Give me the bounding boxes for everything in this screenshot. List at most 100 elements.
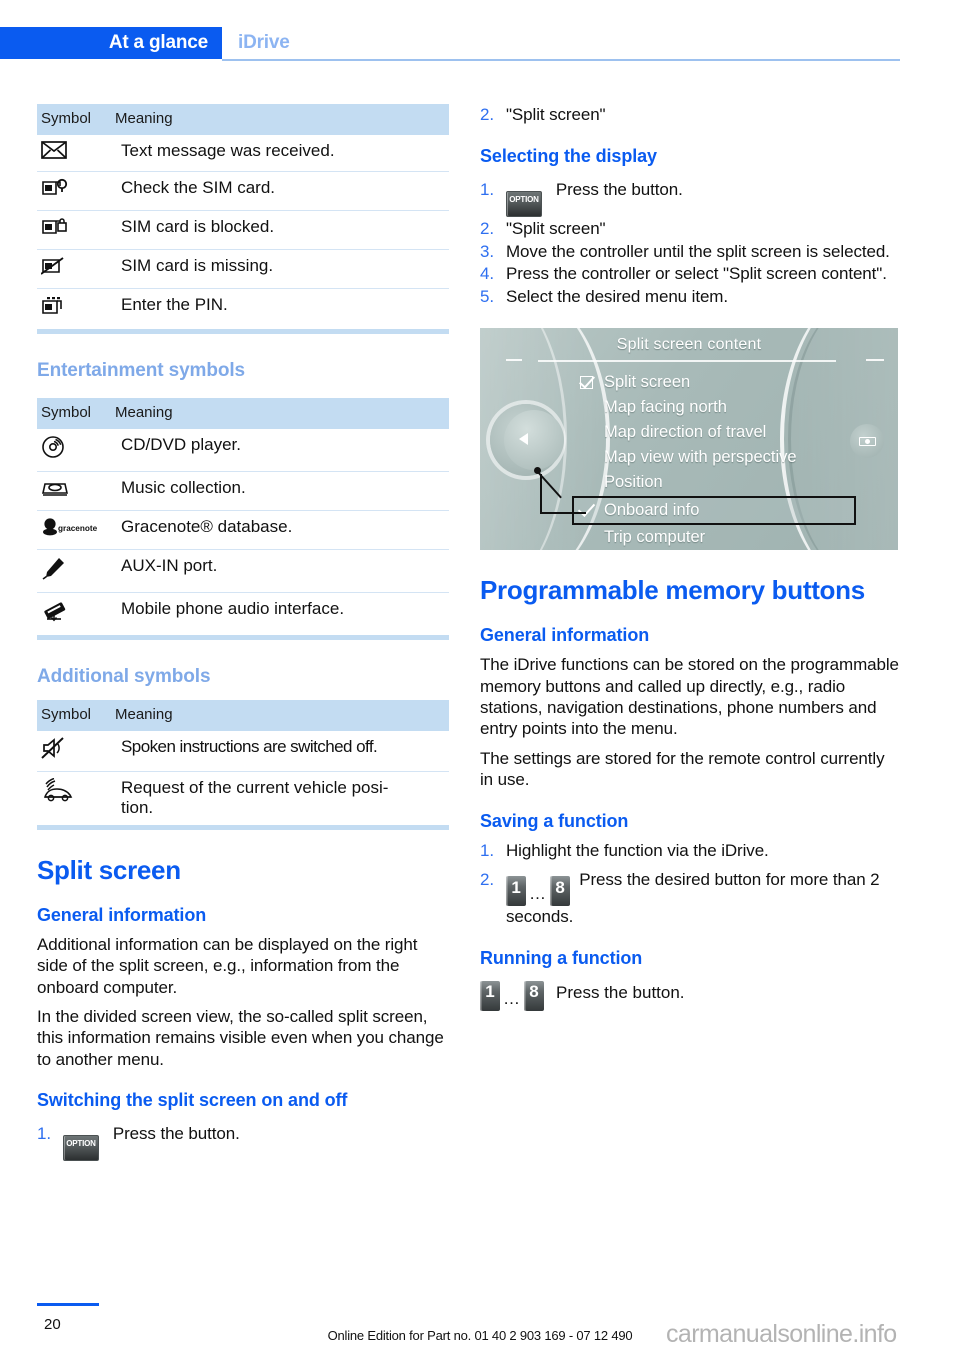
menu-item-map-facing-north[interactable]: Map facing north: [576, 395, 856, 420]
row-meaning: Request of the current vehicle posi- tio…: [115, 770, 449, 825]
memory-button-1[interactable]: 1: [506, 875, 526, 906]
left-arrow-icon: [519, 433, 528, 446]
page-title-split-screen: Split screen: [37, 854, 181, 885]
step-text: "Split screen": [506, 105, 606, 124]
right-column: 2. "Split screen" Selecting the display …: [480, 104, 900, 1012]
step-number: 1.: [37, 1124, 51, 1144]
step-number: 5.: [480, 286, 494, 306]
mobile-audio-icon: [37, 591, 115, 635]
music-collection-icon: [37, 470, 115, 511]
manual-page: At a glance iDrive Symbol Meaning Text m…: [0, 0, 960, 1362]
tick-left: [506, 359, 522, 362]
table-row: Text message was received.: [37, 135, 449, 172]
controller-knob-inner[interactable]: [504, 410, 564, 471]
table-row: Music collection.: [37, 470, 449, 511]
step-number: 2.: [480, 105, 494, 124]
page-title-programmable-memory-buttons: Programmable memory buttons: [480, 575, 865, 606]
step-number: 1.: [480, 180, 494, 200]
table-row: Spoken instructions are switched off.: [37, 731, 449, 772]
section-heading-additional: Additional symbols: [37, 665, 211, 687]
vehicle-position-icon: [37, 770, 115, 825]
footer-divider: [37, 1303, 99, 1306]
paragraph: Additional information can be displayed …: [37, 934, 418, 997]
tab-at-a-glance[interactable]: At a glance: [0, 27, 222, 59]
watermark: carmanualsonline.info: [666, 1320, 897, 1348]
memory-button-8[interactable]: 8: [550, 875, 570, 906]
step-text: Move the controller until the split scre…: [506, 241, 890, 261]
menu-item-map-direction-of-travel[interactable]: Map direction of travel: [576, 420, 856, 445]
table-row: Request of the current vehicle posi- tio…: [37, 770, 449, 825]
table-header-row: Symbol Meaning: [37, 104, 449, 135]
sim-check-icon: [37, 170, 115, 211]
step-number: 4.: [480, 264, 494, 284]
list-item: 1. OPTION Press the button.: [37, 1123, 449, 1162]
running-function-row: 1 … 8 Press the button.: [480, 981, 900, 1012]
idrive-title-divider: [538, 360, 836, 362]
list-item: 5. Select the desired menu item.: [480, 286, 900, 307]
menu-item-split-screen[interactable]: Split screen: [576, 370, 856, 395]
left-column: Symbol Meaning Text message was received…: [37, 104, 449, 1162]
row-meaning: SIM card is blocked.: [115, 209, 449, 250]
column-header-symbol: Symbol: [37, 699, 115, 731]
column-header-meaning: Meaning: [115, 397, 449, 429]
phone-symbols-table: Symbol Meaning Text message was received…: [37, 104, 449, 329]
memory-buttons-1-8[interactable]: 1 … 8: [506, 875, 570, 906]
step-text: Highlight the function via the iDrive.: [506, 840, 769, 860]
subheading-selecting-the-display: Selecting the display: [480, 146, 657, 167]
row-meaning: Text message was received.: [121, 140, 335, 160]
table-header-row: Symbol Meaning: [37, 699, 449, 731]
sim-pin-icon: [37, 287, 115, 329]
section-heading-entertainment: Entertainment symbols: [37, 359, 246, 381]
tick-right: [866, 359, 884, 362]
callout-anchor-dot: [534, 467, 541, 475]
sim-missing-icon: [37, 248, 115, 289]
memory-buttons-1-8[interactable]: 1 … 8: [480, 981, 544, 1012]
additional-symbols-table: Symbol Meaning Spoken instructions are s…: [37, 699, 449, 825]
list-item: 1. Highlight the function via the iDrive…: [480, 840, 900, 861]
table-row: gracenote Gracenote® database.: [37, 509, 449, 550]
memory-button-1[interactable]: 1: [480, 981, 500, 1012]
row-meaning: Check the SIM card.: [115, 170, 449, 211]
page-header: At a glance iDrive: [0, 27, 960, 59]
memory-button-8[interactable]: 8: [524, 981, 544, 1012]
idrive-menu-list: Split screen Map facing north Map direct…: [572, 370, 856, 550]
option-button[interactable]: OPTION: [63, 1135, 99, 1162]
subheading-saving-a-function: Saving a function: [480, 810, 629, 831]
table-row: SIM card is blocked.: [37, 209, 449, 250]
column-header-symbol: Symbol: [37, 104, 115, 135]
cd-dvd-icon: [37, 429, 115, 472]
row-meaning: SIM card is missing.: [115, 248, 449, 289]
subheading-general-information-memory: General information: [480, 625, 650, 646]
idrive-title: Split screen content: [616, 336, 762, 354]
menu-item-map-view-with-perspective[interactable]: Map view with perspective: [576, 445, 856, 470]
table-row: CD/DVD player.: [37, 429, 449, 472]
paragraph: The iDrive functions can be stored on th…: [480, 655, 899, 739]
switching-steps-list: 1. OPTION Press the button.: [37, 1123, 449, 1162]
paragraph: The settings are stored for the remote c…: [480, 748, 885, 790]
step-text: OPTION Press the button.: [506, 179, 900, 218]
table-row: AUX-IN port.: [37, 548, 449, 593]
switching-steps-continued: 2. "Split screen": [480, 104, 900, 125]
step-number: 3.: [480, 241, 494, 261]
menu-item-position[interactable]: Position: [576, 470, 856, 495]
row-meaning: CD/DVD player.: [121, 434, 241, 454]
row-meaning: Mobile phone audio interface.: [115, 591, 449, 635]
idrive-screen-illustration: Split screen content Split screen Map fa…: [480, 328, 898, 551]
aux-in-icon: [37, 548, 115, 593]
option-button[interactable]: OPTION: [506, 191, 542, 218]
sim-locked-icon: [37, 209, 115, 250]
step-text: "Split screen": [506, 219, 606, 239]
row-meaning: Spoken instructions are switched off.: [121, 736, 378, 756]
gracenote-icon: gracenote: [37, 509, 115, 550]
step-text: Press the controller or select "Split sc…: [506, 264, 887, 284]
entertainment-symbols-table: Symbol Meaning CD/DVD player. Music coll…: [37, 397, 449, 635]
menu-item-trip-computer[interactable]: Trip computer: [576, 525, 856, 550]
column-header-meaning: Meaning: [115, 104, 449, 135]
paragraph: In the divided screen view, the so-calle…: [37, 1007, 444, 1069]
step-number: 2.: [480, 219, 494, 239]
header-divider: [222, 59, 900, 61]
tab-idrive[interactable]: iDrive: [238, 27, 290, 59]
subheading-general-information: General information: [37, 904, 207, 925]
row-meaning: Music collection.: [115, 470, 449, 511]
menu-item-onboard-info[interactable]: Onboard info: [572, 495, 856, 525]
